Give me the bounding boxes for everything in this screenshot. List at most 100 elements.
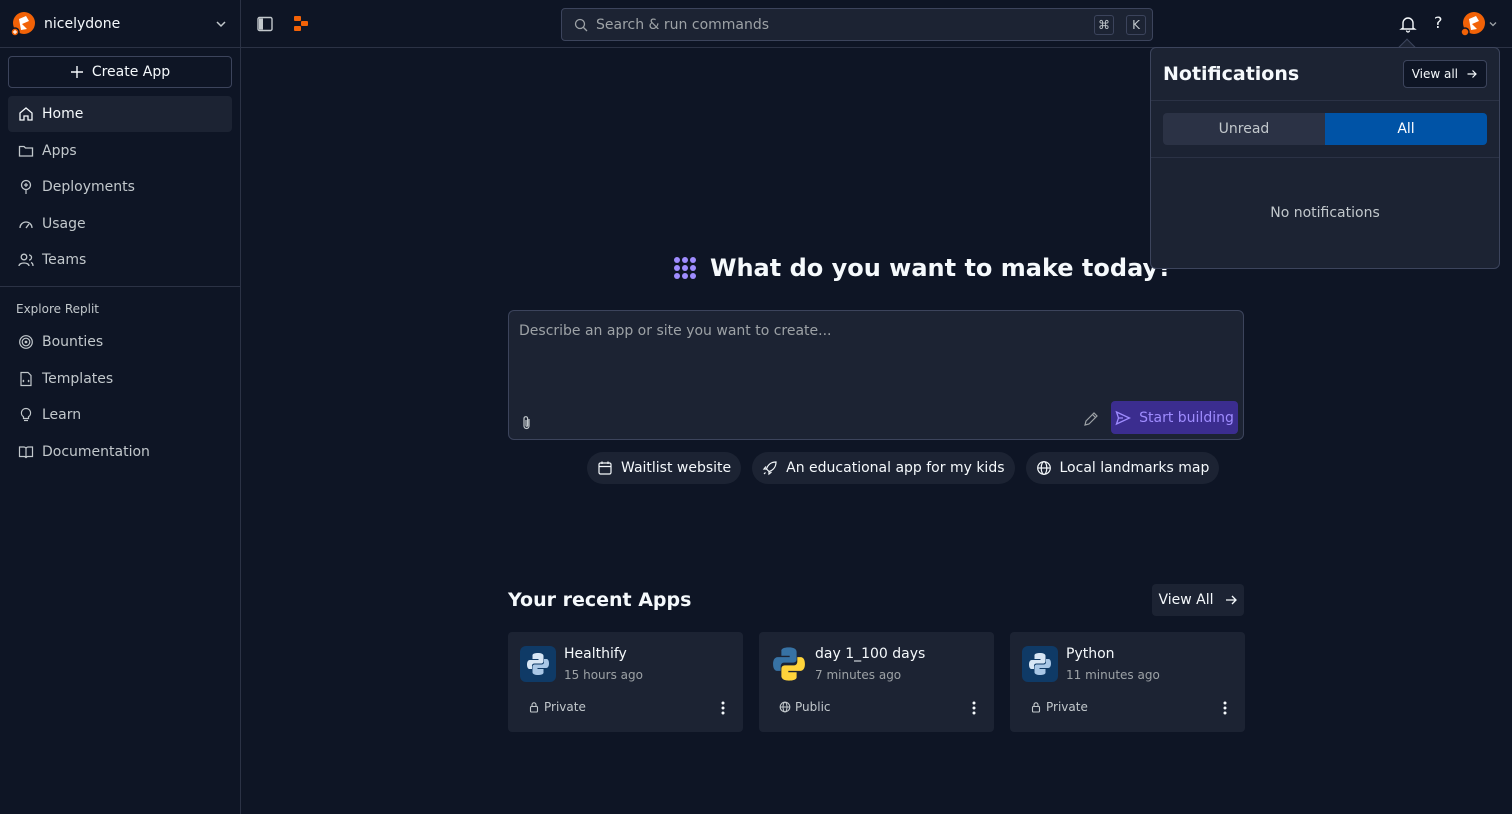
app-visibility: Private	[1030, 700, 1088, 714]
sidebar-item-label: Teams	[42, 252, 87, 268]
sidebar-item-usage[interactable]: Usage	[8, 206, 232, 242]
sidebar-item-label: Templates	[42, 370, 114, 387]
arrow-right-icon	[1467, 70, 1477, 78]
top-bar: Search & run commands ⌘ K ?	[241, 0, 1512, 48]
plus-icon	[70, 66, 83, 78]
sidebar: nicelydone Create App Home Apps Deployme…	[0, 0, 241, 814]
app-thumbnail	[1022, 646, 1058, 682]
tab-all[interactable]: All	[1325, 113, 1487, 145]
primary-nav: Home Apps Deployments Usage Teams	[8, 96, 232, 279]
python-icon	[773, 647, 805, 681]
book-icon	[18, 445, 34, 458]
rocket-icon	[762, 461, 777, 476]
more-options-icon[interactable]	[1223, 700, 1227, 716]
sidebar-item-label: Documentation	[42, 443, 150, 460]
view-all-notifications-button[interactable]: View all	[1402, 60, 1487, 88]
create-app-label: Create App	[91, 64, 171, 80]
view-all-label: View all	[1411, 67, 1458, 81]
headline: What do you want to make today?	[672, 254, 1172, 282]
chevron-down-icon[interactable]	[1488, 19, 1498, 29]
notifications-header: Notifications View all	[1151, 48, 1499, 101]
replit-logo-icon[interactable]	[292, 15, 310, 33]
visibility-label: Public	[795, 700, 831, 714]
account-switcher[interactable]: nicelydone	[0, 0, 240, 48]
sidebar-item-label: Usage	[42, 215, 86, 232]
help-icon[interactable]: ?	[1434, 13, 1443, 32]
sidebar-item-home[interactable]: Home	[8, 96, 232, 132]
app-card[interactable]: day 1_100 days 7 minutes ago Public	[759, 632, 994, 732]
app-name: Healthify	[564, 646, 627, 662]
visibility-label: Private	[544, 700, 586, 714]
kbd-cmd: ⌘	[1094, 14, 1114, 35]
view-all-apps-button[interactable]: View All	[1152, 584, 1244, 616]
sidebar-item-deployments[interactable]: Deployments	[8, 169, 232, 205]
tab-unread[interactable]: Unread	[1163, 113, 1325, 145]
pencil-icon[interactable]	[1083, 411, 1099, 427]
sidebar-item-label: Learn	[42, 407, 82, 423]
start-building-button[interactable]: Start building	[1111, 401, 1238, 434]
explore-nav: Bounties Templates Learn Documentation	[8, 324, 232, 470]
app-card[interactable]: Python 11 minutes ago Private	[1010, 632, 1245, 732]
prompt-box[interactable]: Describe an app or site you want to crea…	[508, 310, 1244, 440]
sidebar-item-templates[interactable]: Templates	[8, 361, 232, 397]
users-icon	[18, 253, 34, 267]
app-visibility: Public	[779, 700, 831, 714]
globe-icon	[779, 701, 791, 713]
globe-icon	[1036, 461, 1051, 475]
sidebar-divider	[0, 286, 240, 287]
ai-sparkle-icon	[674, 257, 696, 279]
suggestions: Waitlist website An educational app for …	[587, 452, 1220, 484]
explore-section-label: Explore Replit	[16, 302, 100, 316]
recent-apps-list: Healthify 15 hours ago Private day 1_100…	[508, 632, 1245, 732]
sidebar-item-bounties[interactable]: Bounties	[8, 324, 232, 360]
replit-avatar-icon	[10, 11, 35, 37]
sidebar-item-apps[interactable]: Apps	[8, 133, 232, 169]
suggestion-waitlist[interactable]: Waitlist website	[587, 452, 742, 484]
bell-icon[interactable]	[1399, 15, 1417, 33]
command-search[interactable]: Search & run commands ⌘ K	[561, 8, 1153, 41]
app-name: day 1_100 days	[815, 646, 926, 662]
suggestion-label: An educational app for my kids	[786, 460, 1005, 476]
app-time: 7 minutes ago	[815, 668, 902, 682]
lock-icon	[529, 702, 539, 713]
deploy-icon	[20, 179, 32, 194]
notifications-title: Notifications	[1163, 63, 1300, 85]
prompt-input[interactable]: Describe an app or site you want to crea…	[519, 323, 832, 339]
folder-icon	[18, 145, 34, 157]
visibility-label: Private	[1046, 700, 1088, 714]
app-time: 15 hours ago	[564, 668, 643, 682]
sidebar-item-documentation[interactable]: Documentation	[8, 434, 232, 470]
user-avatar-icon[interactable]	[1460, 11, 1486, 37]
account-name: nicelydone	[44, 15, 121, 32]
paperclip-icon[interactable]	[519, 415, 535, 431]
sidebar-toggle-icon[interactable]	[256, 15, 274, 33]
target-icon	[19, 335, 33, 349]
sidebar-item-teams[interactable]: Teams	[8, 242, 232, 278]
view-all-label: View All	[1158, 592, 1214, 608]
suggestion-label: Waitlist website	[621, 460, 732, 476]
chevron-down-icon	[216, 20, 226, 27]
suggestion-landmarks-map[interactable]: Local landmarks map	[1025, 452, 1220, 484]
send-icon	[1115, 410, 1132, 425]
kbd-k: K	[1126, 14, 1146, 35]
search-input[interactable]: Search & run commands	[596, 17, 1082, 33]
sidebar-item-learn[interactable]: Learn	[8, 397, 232, 433]
lightbulb-icon	[20, 407, 32, 422]
notifications-popover: Notifications View all Unread All No not…	[1150, 47, 1500, 269]
home-icon	[19, 107, 33, 121]
sidebar-item-label: Apps	[42, 142, 77, 159]
gauge-icon	[19, 220, 33, 228]
app-name: Python	[1066, 646, 1115, 662]
app-thumbnail	[520, 646, 556, 682]
template-icon	[20, 371, 32, 386]
create-app-button[interactable]: Create App	[8, 56, 232, 88]
python-icon	[1029, 653, 1051, 675]
more-options-icon[interactable]	[721, 700, 725, 716]
more-options-icon[interactable]	[972, 700, 976, 716]
calendar-icon	[598, 461, 612, 475]
page-title: What do you want to make today?	[710, 254, 1173, 282]
notifications-empty-state: No notifications	[1270, 205, 1380, 221]
suggestion-educational-app[interactable]: An educational app for my kids	[752, 452, 1015, 484]
app-card[interactable]: Healthify 15 hours ago Private	[508, 632, 743, 732]
sidebar-item-label: Deployments	[42, 179, 135, 195]
